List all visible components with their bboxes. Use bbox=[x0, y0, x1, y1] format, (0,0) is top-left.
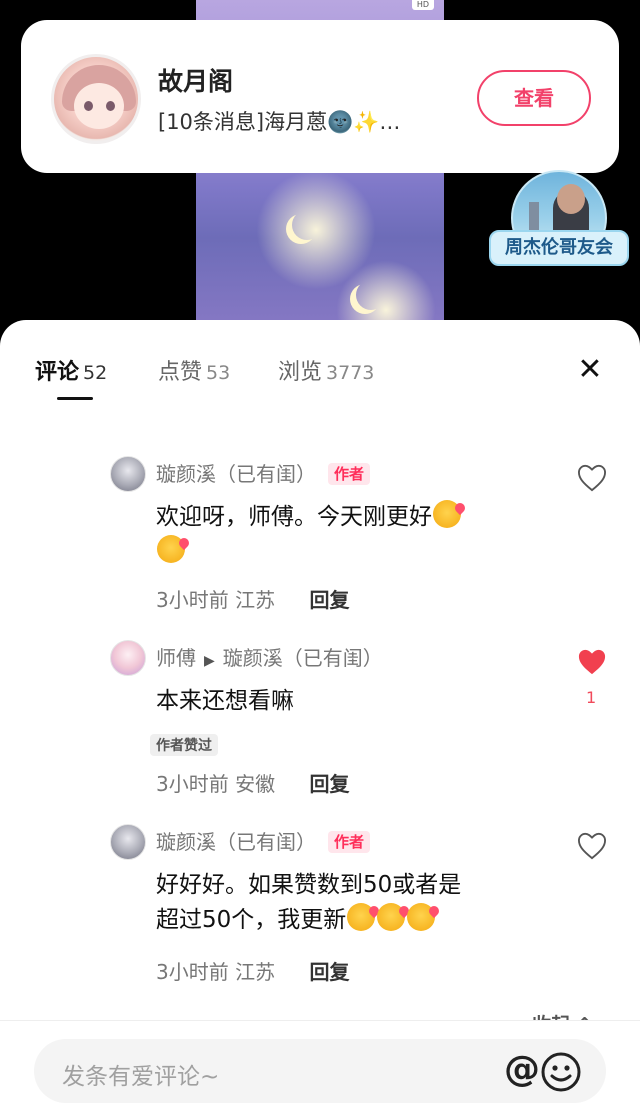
comment-input-placeholder: 发条有爱评论~ bbox=[62, 1064, 220, 1090]
comment-text: 好好好。如果赞数到50或者是 超过50个，我更新 bbox=[156, 868, 536, 938]
tab-views-count: 3773 bbox=[326, 362, 375, 384]
like-count: 1 bbox=[586, 688, 597, 707]
author-badge: 作者 bbox=[328, 463, 371, 485]
comment-author-line: 师傅 ▶ 璇颜溪（已有闺） bbox=[156, 642, 383, 671]
mention-icon[interactable]: @ bbox=[500, 1049, 544, 1093]
comment-author[interactable]: 师傅 bbox=[156, 646, 196, 670]
comment-location: 江苏 bbox=[235, 588, 276, 612]
comment-author[interactable]: 璇颜溪（已有闺） bbox=[156, 462, 316, 486]
comment-author[interactable]: 璇颜溪（已有闺） bbox=[156, 830, 316, 854]
tab-likes-label: 点赞 bbox=[158, 360, 203, 385]
sheet-tabs: 评论 52 点赞 53 浏览 3773 ✕ bbox=[0, 320, 640, 410]
heart-filled-icon bbox=[578, 649, 606, 675]
tab-views-label: 浏览 bbox=[278, 360, 323, 385]
notification-message: [10条消息]海月蒽🌚✨… bbox=[158, 110, 401, 134]
smiling-hearts-emoji-icon bbox=[347, 903, 376, 931]
smiling-hearts-emoji-icon bbox=[433, 500, 461, 528]
tab-likes-count: 53 bbox=[206, 362, 231, 384]
comment-author-line: 璇颜溪（已有闺） 作者 bbox=[156, 458, 371, 487]
hd-badge: HD bbox=[412, 0, 434, 10]
notification-title: 故月阁 bbox=[158, 67, 234, 96]
comment-time: 3小时前 bbox=[156, 772, 229, 796]
tab-comments[interactable]: 评论 52 bbox=[35, 354, 107, 386]
like-button[interactable] bbox=[576, 648, 608, 678]
comment-location: 江苏 bbox=[235, 960, 276, 984]
comment-meta: 3小时前 江苏 回复 bbox=[156, 956, 349, 985]
notification-avatar bbox=[51, 54, 141, 144]
avatar[interactable] bbox=[110, 640, 146, 676]
comment-time: 3小时前 bbox=[156, 960, 229, 984]
comment-location: 安徽 bbox=[235, 772, 276, 796]
comment-text: 本来还想看嘛 bbox=[156, 688, 294, 714]
screen: HD 故月阁 [10条消息]海月蒽🌚✨… 查看 周杰伦哥友会 评论 52 点赞 53 bbox=[0, 0, 640, 1116]
tab-comments-label: 评论 bbox=[35, 360, 80, 385]
reply-button[interactable]: 回复 bbox=[309, 772, 349, 796]
avatar[interactable] bbox=[110, 456, 146, 492]
comment-text-line-2: 超过50个，我更新 bbox=[156, 907, 347, 933]
message-notification[interactable]: 故月阁 [10条消息]海月蒽🌚✨… 查看 bbox=[21, 20, 619, 173]
reply-button[interactable]: 回复 bbox=[309, 960, 349, 984]
comment-author-line: 璇颜溪（已有闺） 作者 bbox=[156, 826, 371, 855]
comment-input[interactable]: 发条有爱评论~ @ bbox=[34, 1039, 606, 1103]
smiling-hearts-emoji-icon bbox=[407, 903, 436, 931]
heart-outline-icon bbox=[577, 832, 607, 860]
comment-input-bar: 发条有爱评论~ @ bbox=[0, 1020, 640, 1116]
author-badge: 作者 bbox=[328, 831, 371, 853]
group-entry[interactable]: 周杰伦哥友会 bbox=[489, 166, 629, 272]
tab-likes[interactable]: 点赞 53 bbox=[158, 354, 230, 386]
comment-text-content: 欢迎呀，师傅。今天刚更好 bbox=[156, 504, 432, 530]
comment-meta: 3小时前 江苏 回复 bbox=[156, 584, 349, 613]
active-tab-indicator bbox=[57, 397, 93, 400]
smiling-hearts-emoji-icon bbox=[377, 903, 406, 931]
comment-sheet: 评论 52 点赞 53 浏览 3773 ✕ 璇颜溪（已有闺） 作者 欢迎呀，师傅。今天刚… bbox=[0, 320, 640, 1116]
reply-button[interactable]: 回复 bbox=[309, 588, 349, 612]
group-label: 周杰伦哥友会 bbox=[489, 230, 629, 266]
comment-meta: 3小时前 安徽 回复 bbox=[156, 768, 349, 797]
close-icon[interactable]: ✕ bbox=[574, 354, 606, 386]
smiling-hearts-emoji-icon bbox=[157, 535, 185, 563]
comment-text: 欢迎呀，师傅。今天刚更好 bbox=[156, 500, 536, 570]
tab-comments-count: 52 bbox=[83, 362, 108, 384]
view-button[interactable]: 查看 bbox=[477, 70, 591, 126]
reply-arrow-icon: ▶ bbox=[204, 653, 215, 669]
comment-item: 璇颜溪（已有闺） 作者 欢迎呀，师傅。今天刚更好 3小时前 江苏 回复 bbox=[110, 456, 630, 616]
comment-time: 3小时前 bbox=[156, 588, 229, 612]
author-liked-badge: 作者赞过 bbox=[150, 734, 218, 756]
reply-to-author[interactable]: 璇颜溪（已有闺） bbox=[223, 646, 383, 670]
comment-item: 璇颜溪（已有闺） 作者 好好好。如果赞数到50或者是 超过50个，我更新 3小时前… bbox=[110, 824, 630, 994]
heart-outline-icon bbox=[577, 464, 607, 492]
like-button[interactable] bbox=[576, 464, 608, 494]
avatar[interactable] bbox=[110, 824, 146, 860]
comment-item: 师傅 ▶ 璇颜溪（已有闺） 本来还想看嘛 作者赞过 3小时前 安徽 回复 1 bbox=[110, 640, 630, 800]
tab-views[interactable]: 浏览 3773 bbox=[278, 354, 374, 386]
emoji-icon[interactable] bbox=[540, 1051, 582, 1093]
comment-text-line-1: 好好好。如果赞数到50或者是 bbox=[156, 872, 462, 898]
like-button[interactable] bbox=[576, 832, 608, 862]
